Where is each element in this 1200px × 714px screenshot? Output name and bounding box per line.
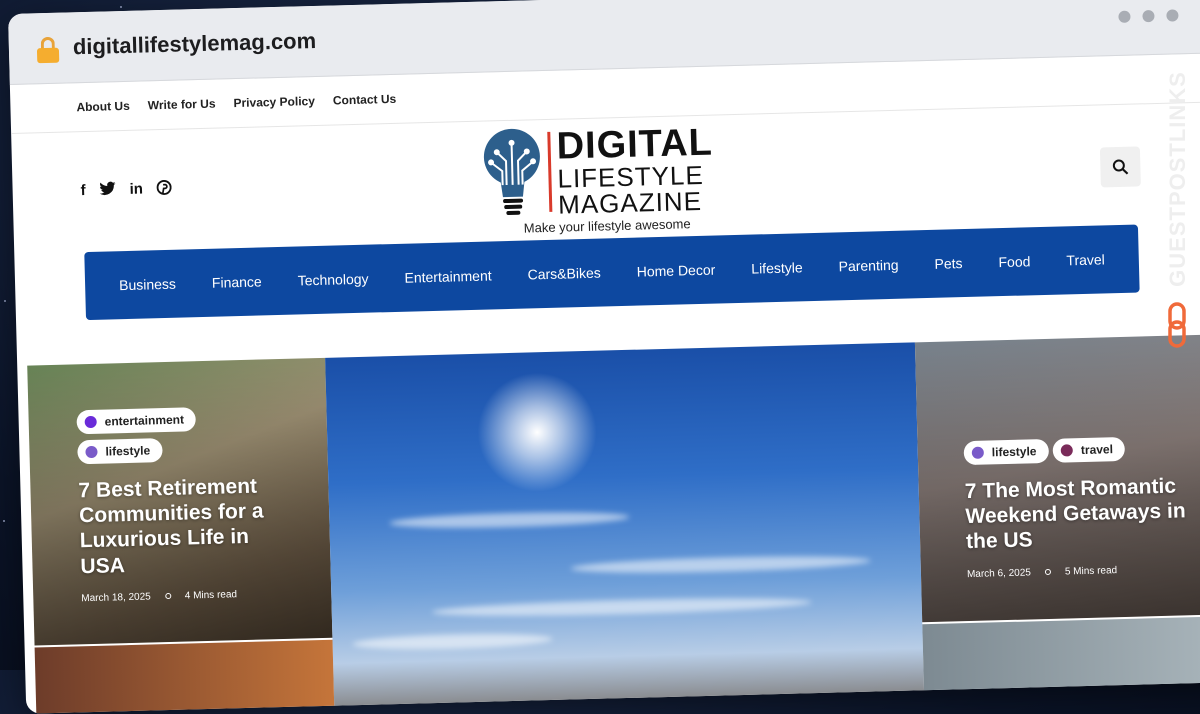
meta-separator-icon	[164, 593, 171, 600]
nav-entertainment[interactable]: Entertainment	[404, 267, 492, 285]
nav-food[interactable]: Food	[998, 253, 1030, 270]
search-button[interactable]	[1099, 146, 1141, 188]
topnav-about-us[interactable]: About Us	[76, 99, 130, 114]
twitter-icon[interactable]	[99, 181, 116, 200]
meta-separator-icon	[1044, 568, 1051, 576]
nav-lifestyle[interactable]: Lifestyle	[751, 259, 803, 276]
logo-line-3: MAGAZINE	[557, 185, 703, 220]
topnav-write-for-us[interactable]: Write for Us	[148, 97, 216, 113]
address-bar[interactable]: digitallifestylemag.com	[73, 28, 317, 60]
tag-label: entertainment	[104, 412, 185, 429]
topnav-contact-us[interactable]: Contact Us	[333, 92, 397, 108]
topnav-privacy-policy[interactable]: Privacy Policy	[233, 94, 315, 110]
tag-lifestyle[interactable]: lifestyle	[77, 438, 163, 465]
tag-lifestyle[interactable]: lifestyle	[963, 438, 1049, 466]
sun-glare	[475, 370, 599, 494]
site-logo[interactable]: DIGITAL LIFESTYLE MAGAZINE	[481, 121, 743, 220]
tag-dot	[85, 445, 98, 459]
nav-pets[interactable]: Pets	[934, 255, 962, 272]
facebook-icon[interactable]: f	[80, 182, 85, 201]
featured-card-left[interactable]: entertainment lifestyle 7 Best Retiremen…	[27, 357, 333, 646]
lightbulb-icon	[483, 128, 540, 215]
secondary-card-right[interactable]	[922, 616, 1200, 703]
hero-grid: entertainment lifestyle 7 Best Retiremen…	[27, 333, 1200, 714]
pinterest-icon[interactable]	[156, 179, 172, 199]
watermark-text: GUESTPOSTLINKS	[1165, 71, 1190, 287]
logo-divider	[547, 131, 553, 212]
read-time: 4 Mins read	[184, 588, 238, 602]
window-dot-icon[interactable]	[1166, 9, 1179, 22]
article-date: March 18, 2025	[81, 591, 151, 605]
read-time: 5 Mins read	[1064, 564, 1118, 578]
secondary-card-left[interactable]	[34, 639, 335, 714]
watermark: GUESTPOSTLINKS	[1160, 54, 1200, 354]
tag-travel[interactable]: travel	[1052, 436, 1126, 463]
window-dot-icon[interactable]	[1142, 9, 1155, 23]
article-title[interactable]: 7 Best Retirement Communities for a Luxu…	[78, 473, 281, 579]
window-controls	[1118, 9, 1179, 23]
card-content: entertainment lifestyle 7 Best Retiremen…	[76, 405, 281, 604]
nav-business[interactable]: Business	[119, 276, 176, 293]
tag-dot	[971, 446, 984, 459]
article-title[interactable]: 7 The Most Romantic Weekend Getaways in …	[965, 473, 1197, 555]
site-tagline: Make your lifestyle awesome	[523, 216, 691, 236]
nav-cars-bikes[interactable]: Cars&Bikes	[527, 265, 601, 283]
article-date: March 6, 2025	[966, 566, 1032, 580]
nav-technology[interactable]: Technology	[297, 271, 368, 289]
nav-travel[interactable]: Travel	[1066, 251, 1105, 268]
linkedin-icon[interactable]: in	[129, 181, 143, 200]
card-content: lifestyle travel 7 The Most Romantic Wee…	[963, 435, 1198, 580]
nav-finance[interactable]: Finance	[212, 273, 262, 290]
tag-entertainment[interactable]: entertainment	[76, 407, 197, 435]
featured-image-center[interactable]	[325, 342, 925, 714]
tag-label: lifestyle	[105, 443, 151, 459]
lock-icon	[36, 36, 60, 64]
window-dot-icon[interactable]	[1118, 10, 1131, 23]
tag-dot	[84, 415, 97, 429]
browser-window: digitallifestylemag.com About Us Write f…	[8, 0, 1200, 714]
featured-card-right[interactable]: lifestyle travel 7 The Most Romantic Wee…	[914, 334, 1200, 623]
chain-link-icon	[1168, 302, 1186, 348]
nav-home-decor[interactable]: Home Decor	[637, 262, 716, 280]
tag-label: travel	[1080, 442, 1114, 458]
logo-text: DIGITAL LIFESTYLE MAGAZINE	[556, 122, 714, 220]
tag-label: lifestyle	[991, 444, 1037, 460]
nav-parenting[interactable]: Parenting	[838, 257, 898, 275]
social-links: f in	[80, 179, 172, 201]
tag-dot	[1060, 444, 1074, 457]
search-icon	[1112, 159, 1129, 175]
